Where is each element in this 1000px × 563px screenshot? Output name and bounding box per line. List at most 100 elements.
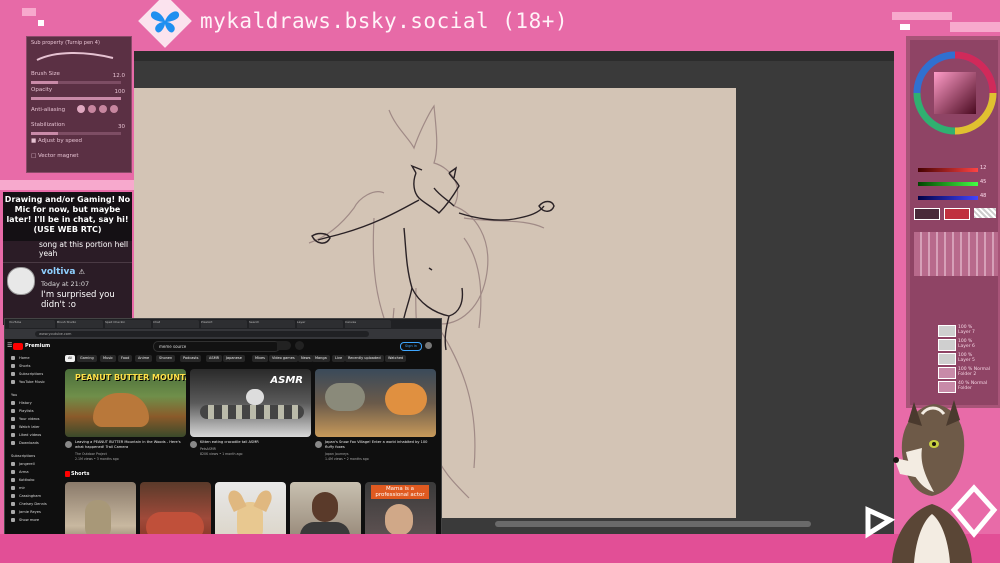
blue-slider[interactable]: [918, 196, 978, 200]
filter-chip[interactable]: All: [65, 355, 76, 362]
browser-tab[interactable]: Layer: [297, 320, 343, 328]
opacity-value[interactable]: 100: [115, 89, 126, 95]
filter-chip[interactable]: ASMR: [206, 355, 223, 362]
green-value: 45: [980, 179, 987, 185]
video-channel[interactable]: The Outdoor Project: [75, 452, 107, 456]
main-color-swatch[interactable]: [944, 208, 970, 220]
browser-tab[interactable]: Brush Studio: [57, 320, 103, 328]
youtube-logo-icon[interactable]: [13, 343, 23, 350]
canvas-scrollbar[interactable]: [495, 521, 811, 527]
chat-timestamp: Today at 21:07: [41, 280, 90, 288]
antialias-option[interactable]: [88, 105, 96, 113]
browser-tab[interactable]: YouTube: [9, 320, 55, 328]
sidebar-item[interactable]: Subscriptions: [11, 454, 35, 458]
filter-chip[interactable]: Shonen: [156, 355, 176, 362]
opacity-slider[interactable]: [31, 97, 121, 100]
search-icon[interactable]: [277, 341, 291, 350]
browser-tab[interactable]: Chat: [153, 320, 199, 328]
sidebar-item[interactable]: History: [11, 401, 32, 405]
video-thumbnail[interactable]: PEANUT BUTTER MOUNTAIN: [65, 369, 186, 437]
video-title[interactable]: Kitten eating crocodile tail ASMR: [200, 440, 310, 445]
browser-tab[interactable]: Search: [249, 320, 295, 328]
sidebar-item[interactable]: Your videos: [11, 417, 40, 421]
filter-chip[interactable]: Podcasts: [180, 355, 202, 362]
sidebar-item[interactable]: mir: [11, 486, 25, 490]
layer-row[interactable]: 100 % Layer 5: [918, 352, 998, 365]
sidebar-item[interactable]: Cassingham: [11, 494, 41, 498]
filter-chip[interactable]: Food: [118, 355, 133, 362]
filter-chip[interactable]: Watched: [385, 355, 407, 362]
layer-row[interactable]: 100 % Normal Folder 2: [918, 366, 998, 379]
avatar[interactable]: [190, 441, 197, 448]
search-input[interactable]: meme source: [153, 341, 280, 352]
sidebar-item[interactable]: Liked videos: [11, 433, 41, 437]
shorts-icon: [65, 471, 70, 477]
avatar[interactable]: [65, 441, 72, 448]
sidebar-item-label: Playlists: [19, 409, 34, 413]
sidebar-item[interactable]: Kottkoko: [11, 478, 35, 482]
stabilization-value[interactable]: 30: [118, 124, 125, 130]
adjust-speed-checkbox[interactable]: ■ Adjust by speed: [31, 138, 82, 144]
vtuber-avatar: [865, 400, 998, 563]
filter-chip[interactable]: Music: [100, 355, 116, 362]
browser-tab[interactable]: Spell Checkin: [105, 320, 151, 328]
stabilization-slider[interactable]: [31, 132, 121, 135]
microphone-icon[interactable]: [295, 341, 304, 350]
sub-color-swatch[interactable]: [914, 208, 940, 220]
video-meta: 820K views • 1 month ago: [200, 452, 243, 456]
filter-chip[interactable]: Mixes: [252, 355, 268, 362]
sidebar-item[interactable]: Shorts: [11, 364, 31, 368]
menu-icon[interactable]: ☰: [7, 342, 12, 349]
antialias-option[interactable]: [99, 105, 107, 113]
video-title[interactable]: Japan's Snow Fox Village! Enter a world …: [325, 440, 435, 450]
layer-row[interactable]: 40 % Normal Folder: [918, 380, 998, 393]
chat-previous-message: song at this portion hell yeah: [39, 240, 129, 258]
brush-size-label: Brush Size: [31, 71, 60, 77]
color-palette[interactable]: [914, 232, 998, 276]
sidebar-item[interactable]: You: [11, 393, 17, 397]
transparent-swatch[interactable]: [974, 208, 996, 218]
sidebar-item[interactable]: Playlists: [11, 409, 34, 413]
sidebar-item[interactable]: Arma: [11, 470, 29, 474]
filter-chip[interactable]: Japanese: [223, 355, 245, 362]
sidebar-item[interactable]: YouTube Music: [11, 380, 45, 384]
video-channel[interactable]: PetsASMR: [200, 447, 216, 451]
sidebar-item[interactable]: Downloads: [11, 441, 39, 445]
video-channel[interactable]: Japan Journeys: [325, 452, 349, 456]
filter-chip[interactable]: Anime: [135, 355, 153, 362]
brush-size-value[interactable]: 12.0: [113, 73, 125, 79]
filter-chip[interactable]: Gaming: [77, 355, 97, 362]
signin-button[interactable]: Sign in: [400, 342, 422, 351]
sidebar-item[interactable]: Watch later: [11, 425, 40, 429]
red-slider[interactable]: [918, 168, 978, 172]
color-wheel[interactable]: [912, 50, 998, 136]
video-thumbnail[interactable]: ASMR: [190, 369, 311, 437]
green-slider[interactable]: [918, 182, 978, 186]
channel-avatar: [11, 470, 15, 474]
address-input[interactable]: www.youtube.com: [35, 331, 369, 337]
sidebar-item[interactable]: Home: [11, 356, 30, 360]
browser-tab[interactable]: PixelArt: [201, 320, 247, 328]
layer-row[interactable]: 100 % Layer 7: [918, 324, 998, 337]
filter-chip[interactable]: Manga: [312, 355, 330, 362]
sidebar-item[interactable]: Jamie Reyes: [11, 510, 41, 514]
sidebar-item[interactable]: Subscriptions: [11, 372, 43, 376]
brush-size-slider[interactable]: [31, 81, 121, 84]
layer-row[interactable]: 100 % Layer 6: [918, 338, 998, 351]
sidebar-item[interactable]: Show more: [11, 518, 39, 522]
sidebar-item[interactable]: jangerell: [11, 462, 35, 466]
filter-chip[interactable]: Video games: [269, 355, 298, 362]
video-thumbnail[interactable]: [315, 369, 436, 437]
person-head: [385, 504, 413, 536]
avatar[interactable]: [425, 342, 432, 349]
video-title[interactable]: Leaving a PEANUT BUTTER Mountain in the …: [75, 440, 185, 450]
filter-chip[interactable]: Live: [332, 355, 346, 362]
browser-tab[interactable]: Canvas: [345, 320, 391, 328]
vector-magnet-checkbox[interactable]: □ Vector magnet: [31, 153, 78, 159]
sidebar-item[interactable]: Chelsey Dennis: [11, 502, 47, 506]
antialias-option[interactable]: [110, 105, 118, 113]
filter-chip[interactable]: Recently uploaded: [345, 355, 384, 362]
antialias-option[interactable]: [77, 105, 85, 113]
antialias-label: Anti-aliasing: [31, 107, 66, 113]
avatar[interactable]: [315, 441, 322, 448]
